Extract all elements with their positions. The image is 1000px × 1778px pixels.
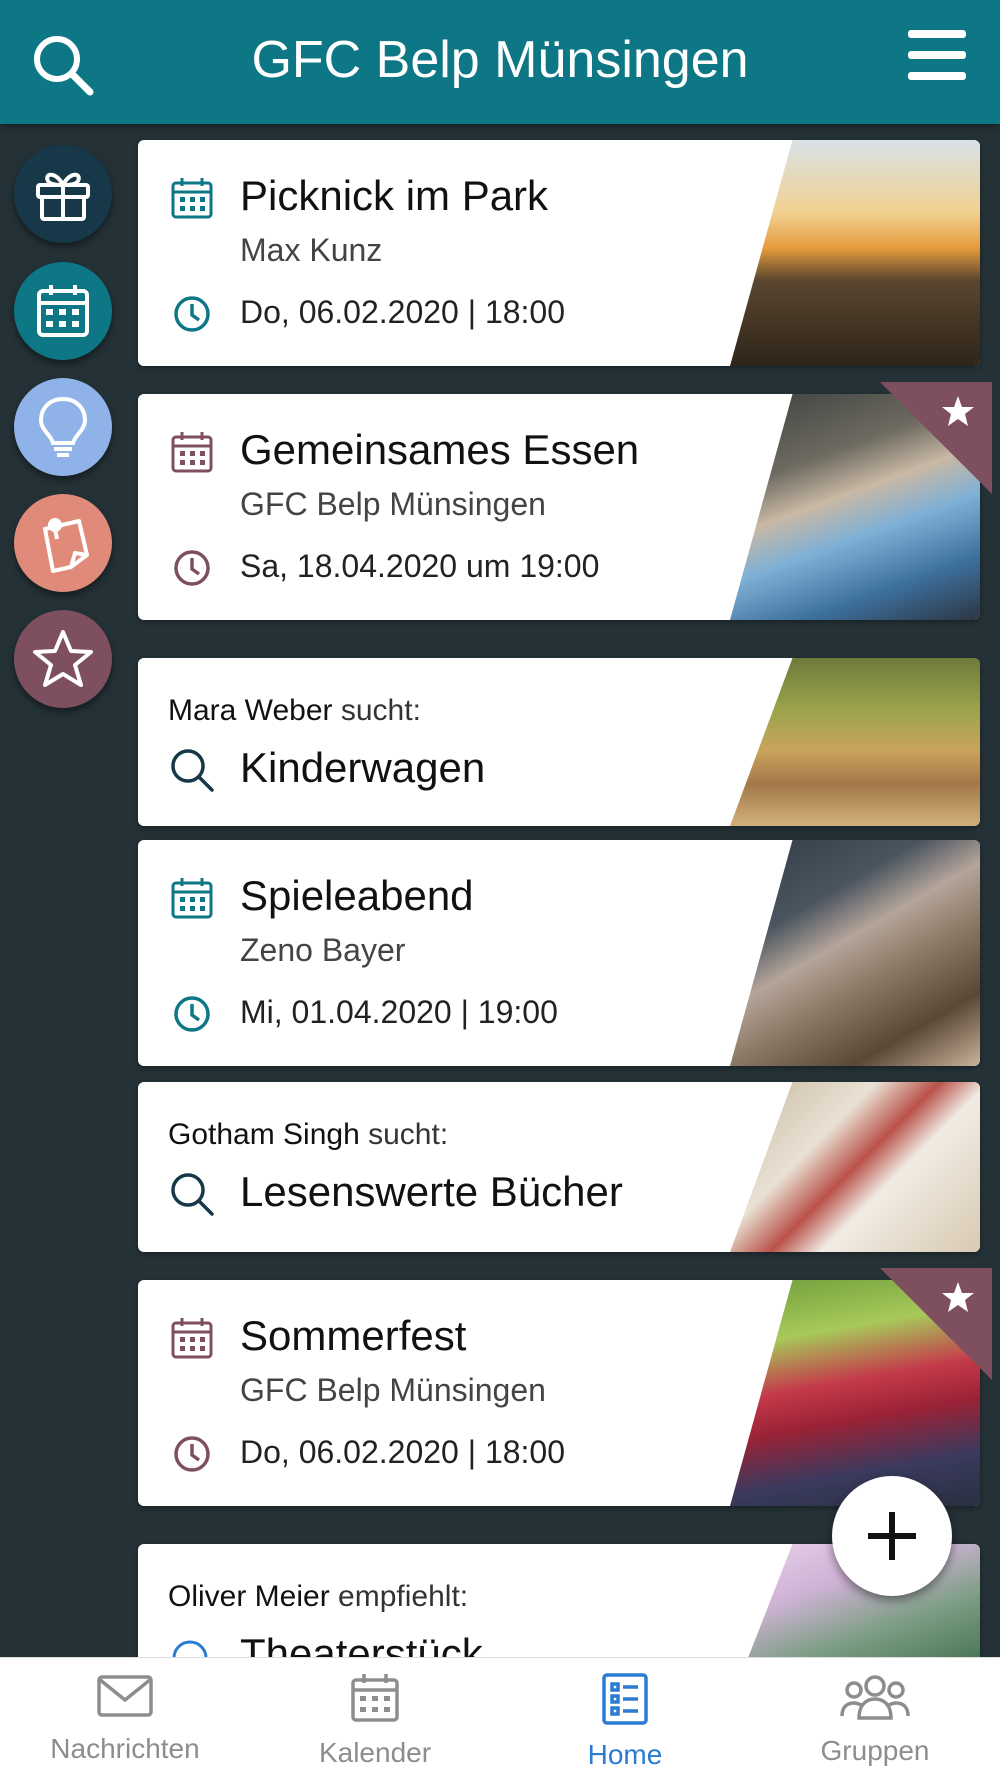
event-card[interactable]: Gemeinsames Essen GFC Belp Münsingen Sa,… [138, 382, 992, 620]
calendar-icon [171, 1318, 213, 1359]
gift-filter-button[interactable] [14, 145, 112, 243]
event-image [730, 840, 980, 1066]
event-image [730, 140, 980, 366]
event-title: Picknick im Park [240, 172, 549, 219]
tab-kalender[interactable]: Kalender [250, 1672, 500, 1769]
event-card[interactable]: Spieleabend Zeno Bayer Mi, 01.04.2020 | … [138, 840, 980, 1066]
clock-icon [174, 296, 210, 332]
event-title: Gemeinsames Essen [240, 426, 640, 473]
menu-icon[interactable] [906, 28, 970, 84]
tab-label: Gruppen [820, 1735, 930, 1766]
event-organizer: GFC Belp Münsingen [240, 1372, 546, 1408]
tab-label: Kalender [318, 1737, 432, 1768]
mail-icon [97, 1675, 153, 1717]
author-name: Oliver Meier [168, 1580, 330, 1613]
event-title: Spieleabend [240, 872, 474, 919]
favorite-ribbon [880, 1268, 992, 1380]
recommend-author-line: Oliver Meier empfiehlt: [168, 1580, 468, 1614]
tab-home[interactable]: Home [500, 1672, 750, 1771]
search-image [730, 658, 980, 826]
author-verb: sucht: [340, 694, 421, 727]
idea-filter-button[interactable] [14, 378, 112, 476]
event-organizer: Zeno Bayer [240, 932, 406, 968]
event-card[interactable]: Sommerfest GFC Belp Münsingen Do, 06.02.… [138, 1268, 992, 1506]
note-icon [43, 518, 89, 573]
list-icon [602, 1673, 648, 1725]
search-author-line: Gotham Singh sucht: [168, 1118, 448, 1152]
favorites-filter-button[interactable] [14, 610, 112, 708]
tab-gruppen[interactable]: Gruppen [750, 1672, 1000, 1767]
lightbulb-icon [38, 396, 88, 457]
search-image [730, 1082, 980, 1252]
clock-icon [174, 550, 210, 586]
author-name: Gotham Singh [168, 1118, 360, 1151]
search-icon [171, 749, 214, 792]
event-organizer: GFC Belp Münsingen [240, 486, 546, 522]
search-title: Kinderwagen [240, 744, 486, 791]
search-card[interactable]: Gotham Singh sucht: Lesenswerte Bücher [138, 1082, 980, 1252]
tab-label: Nachrichten [50, 1733, 200, 1764]
search-icon [171, 1173, 214, 1216]
calendar-filter-button[interactable] [14, 262, 112, 360]
event-organizer: Max Kunz [240, 232, 383, 268]
star-icon [33, 630, 93, 687]
calendar-icon [171, 178, 213, 219]
search-card[interactable]: Mara Weber sucht: Kinderwagen [138, 658, 980, 826]
clock-icon [174, 1436, 210, 1472]
clock-icon [174, 996, 210, 1032]
app-header: GFC Belp Münsingen [0, 0, 1000, 124]
calendar-icon [171, 432, 213, 473]
favorite-ribbon [880, 382, 992, 494]
calendar-icon [37, 285, 89, 337]
event-datetime: Do, 06.02.2020 | 18:00 [240, 1434, 566, 1470]
tab-label: Home [587, 1739, 663, 1770]
author-name: Mara Weber [168, 694, 333, 727]
calendar-icon [351, 1674, 399, 1722]
event-card[interactable]: Picknick im Park Max Kunz Do, 06.02.2020… [138, 140, 980, 366]
event-title: Sommerfest [240, 1312, 467, 1359]
author-verb: sucht: [368, 1118, 449, 1151]
search-title: Lesenswerte Bücher [240, 1168, 623, 1215]
event-datetime: Sa, 18.04.2020 um 19:00 [240, 548, 600, 584]
gift-icon [36, 172, 90, 221]
bottom-navigation: Nachrichten Kalender Home Gruppen [0, 1657, 1000, 1778]
event-datetime: Do, 06.02.2020 | 18:00 [240, 294, 566, 330]
event-datetime: Mi, 01.04.2020 | 19:00 [240, 994, 558, 1030]
author-verb: empfiehlt: [338, 1580, 469, 1613]
page-title: GFC Belp Münsingen [251, 31, 749, 89]
add-button[interactable] [832, 1476, 952, 1596]
group-icon [840, 1675, 910, 1720]
search-author-line: Mara Weber sucht: [168, 694, 421, 728]
tab-nachrichten[interactable]: Nachrichten [0, 1672, 250, 1765]
calendar-icon [171, 878, 213, 919]
note-filter-button[interactable] [14, 494, 112, 592]
plus-icon [868, 1512, 916, 1560]
